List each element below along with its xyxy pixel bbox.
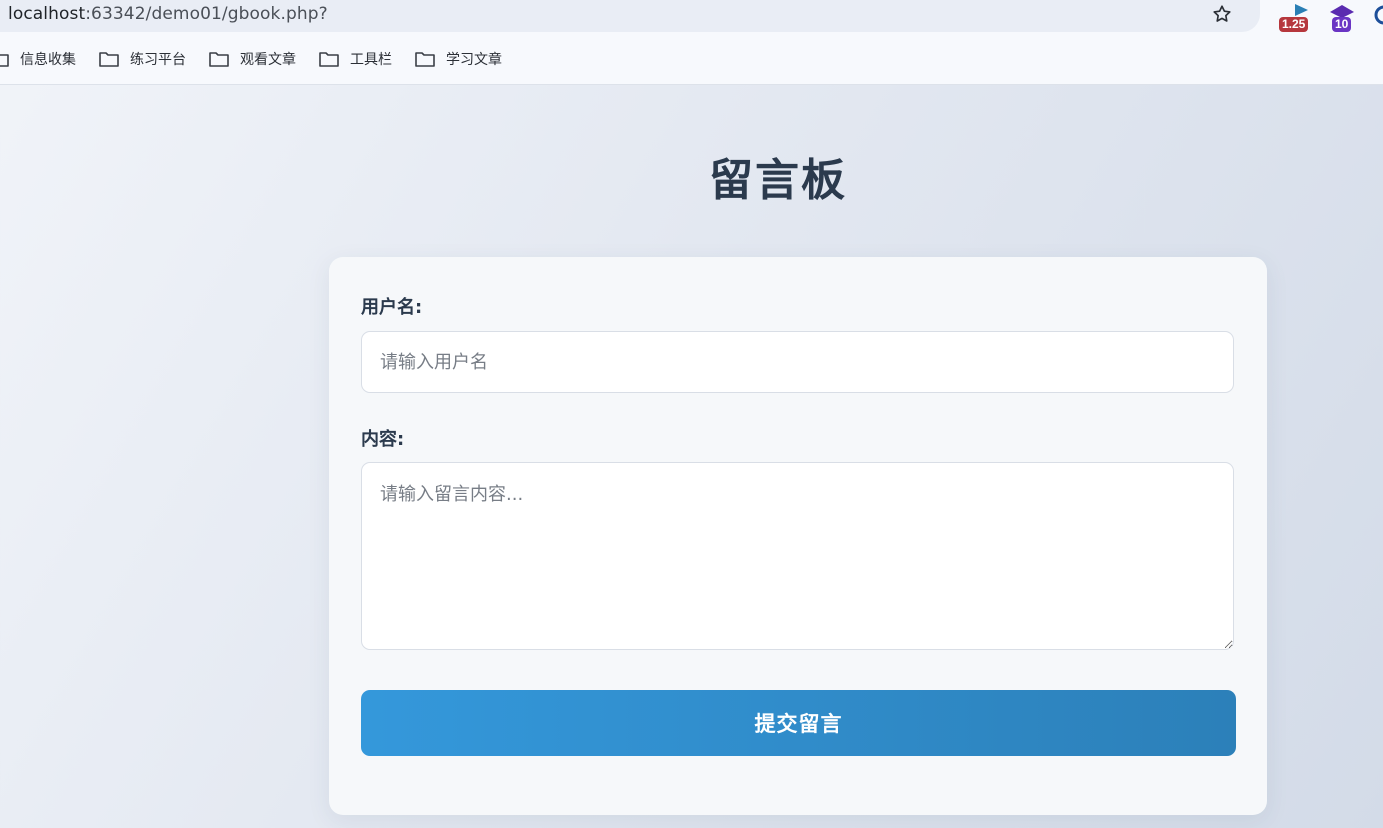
guestbook-form: 用户名: 内容: 提交留言 [329,257,1267,815]
folder-icon [99,52,119,67]
content-textarea[interactable] [361,462,1234,650]
bookmark-label: 信息收集 [20,52,76,68]
browser-chrome: localhost:63342/demo01/gbook.php? 1.25 1… [0,0,1383,85]
username-label: 用户名: [361,297,423,318]
bookmark-folder-info[interactable]: 信息收集 [0,49,76,69]
extension-10[interactable]: 10 [1328,2,1362,32]
bookmarks-bar: 信息收集 练习平台 观看文章 工具栏 学习文章 [0,46,524,72]
content-label: 内容: [361,429,405,450]
page-title: 留言板 [709,155,847,206]
folder-icon [319,52,339,67]
folder-icon [0,54,9,67]
ext-badge: 10 [1332,17,1352,32]
url-host: localhost [8,4,86,24]
profile-icon[interactable] [1373,4,1383,26]
bookmark-label: 练习平台 [130,52,186,68]
url-text[interactable]: localhost:63342/demo01/gbook.php? [8,4,328,24]
extension-1-25[interactable]: 1.25 [1278,2,1312,32]
bookmark-label: 学习文章 [446,52,502,68]
bookmark-folder-practice[interactable]: 练习平台 [98,49,186,69]
bookmark-star-icon[interactable] [1211,3,1233,25]
username-input[interactable] [361,331,1234,393]
bookmark-folder-study[interactable]: 学习文章 [414,49,502,69]
bookmark-label: 工具栏 [350,52,392,68]
address-bar[interactable]: localhost:63342/demo01/gbook.php? [0,0,1260,32]
bookmark-folder-articles[interactable]: 观看文章 [208,49,296,69]
folder-icon [415,52,435,67]
ext-badge: 1.25 [1279,17,1309,32]
folder-icon [209,52,229,67]
bookmark-label: 观看文章 [240,52,296,68]
url-path: :63342/demo01/gbook.php? [85,4,328,24]
submit-button[interactable]: 提交留言 [361,690,1236,756]
bookmark-folder-tools[interactable]: 工具栏 [318,49,392,69]
